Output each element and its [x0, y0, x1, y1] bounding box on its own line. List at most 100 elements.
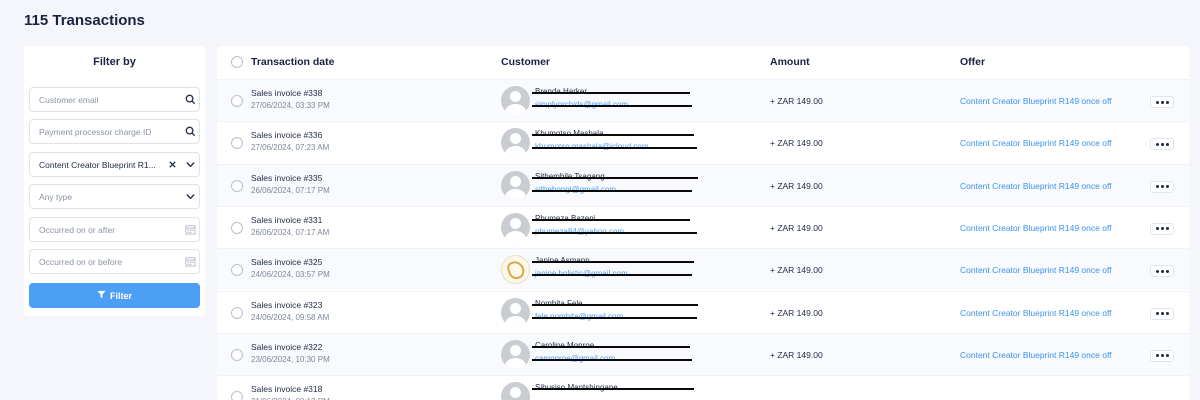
offer-link[interactable]: Content Creator Blueprint R149 once off: [960, 265, 1112, 275]
chevron-down-icon[interactable]: [181, 153, 199, 176]
type-placeholder: Any type: [39, 191, 73, 202]
dot-icon: [1160, 312, 1164, 315]
redaction-bar: [532, 274, 692, 277]
avatar: [501, 212, 530, 242]
invoice-title[interactable]: Sales invoice #335: [251, 173, 322, 183]
avatar: [501, 128, 530, 158]
more-actions-button[interactable]: [1150, 96, 1174, 108]
clear-icon[interactable]: [163, 153, 181, 176]
invoice-title[interactable]: Sales invoice #322: [251, 342, 322, 352]
brand-logo-mark: [505, 258, 527, 282]
column-header-amount[interactable]: Amount: [770, 56, 810, 68]
avatar: [501, 170, 530, 200]
invoice-title[interactable]: Sales invoice #336: [251, 130, 322, 140]
dot-icon: [1165, 312, 1169, 315]
funnel-icon: [97, 290, 106, 301]
row-checkbox[interactable]: [231, 264, 243, 277]
search-icon[interactable]: [181, 88, 199, 111]
redaction-bar: [532, 176, 698, 179]
table-row[interactable]: Sales invoice #33827/06/2024, 03:33 PMBr…: [217, 79, 1189, 121]
dot-icon: [1155, 354, 1159, 358]
offer-link[interactable]: Content Creator Blueprint R149 once off: [960, 308, 1112, 318]
avatar: [501, 255, 530, 285]
dot-icon: [1160, 185, 1164, 189]
avatar: [501, 339, 530, 369]
occurred-after-placeholder: Occurred on or after: [39, 224, 116, 235]
dot-icon: [1165, 354, 1169, 358]
dot-icon: [1160, 354, 1164, 358]
row-checkbox[interactable]: [231, 391, 243, 400]
dot-icon: [1155, 269, 1159, 273]
more-actions-button[interactable]: [1150, 222, 1174, 235]
calendar-icon[interactable]: [181, 250, 199, 273]
redaction-bar: [532, 316, 697, 319]
column-header-offer[interactable]: Offer: [960, 56, 985, 68]
row-checkbox[interactable]: [231, 137, 243, 150]
page-title: 115 Transactions: [24, 12, 145, 29]
amount: + ZAR 149.00: [770, 307, 823, 318]
more-actions-button[interactable]: [1150, 138, 1174, 151]
avatar-head: [510, 133, 521, 145]
row-checkbox[interactable]: [231, 348, 243, 361]
table-row[interactable]: Sales invoice #31821/06/2024, 08:12 PMSi…: [217, 375, 1189, 400]
redaction-bar: [532, 218, 690, 221]
column-header-customer[interactable]: Customer: [501, 56, 550, 68]
amount: + ZAR 149.00: [770, 222, 823, 233]
row-checkbox[interactable]: [231, 179, 243, 192]
invoice-title[interactable]: Sales invoice #323: [251, 300, 322, 310]
avatar: [501, 86, 530, 115]
occurred-after-field[interactable]: Occurred on or after: [29, 217, 200, 242]
table-row[interactable]: Sales invoice #32524/06/2024, 03:57 PMJa…: [217, 248, 1189, 291]
invoice-date: 24/06/2024, 03:57 PM: [251, 270, 330, 280]
charge-id-field[interactable]: Payment processor charge ID: [29, 119, 200, 144]
offer-select[interactable]: Content Creator Blueprint R1...: [29, 152, 200, 177]
invoice-date: 27/06/2024, 03:33 PM: [251, 101, 330, 110]
redaction-bar: [532, 105, 692, 107]
offer-link[interactable]: Content Creator Blueprint R149 once off: [960, 138, 1112, 148]
offer-link[interactable]: Content Creator Blueprint R149 once off: [960, 181, 1112, 191]
redaction-bar: [532, 358, 692, 361]
amount: + ZAR 149.00: [770, 96, 823, 106]
type-select[interactable]: Any type: [29, 184, 200, 209]
row-checkbox[interactable]: [231, 95, 243, 107]
column-header-date[interactable]: Transaction date: [251, 56, 334, 68]
avatar-body: [505, 188, 526, 200]
table-row[interactable]: Sales invoice #32324/06/2024, 09:58 AMNo…: [217, 290, 1189, 333]
offer-link[interactable]: Content Creator Blueprint R149 once off: [960, 96, 1112, 106]
search-icon[interactable]: [181, 120, 199, 143]
invoice-title[interactable]: Sales invoice #338: [251, 88, 322, 98]
redaction-bar: [532, 345, 690, 348]
invoice-title[interactable]: Sales invoice #331: [251, 215, 322, 225]
redaction-bar: [532, 147, 697, 150]
more-actions-button[interactable]: [1150, 180, 1174, 193]
offer-selected-value: Content Creator Blueprint R1...: [39, 159, 156, 170]
more-actions-button[interactable]: [1150, 265, 1174, 278]
occurred-before-field[interactable]: Occurred on or before: [29, 249, 200, 274]
table-row[interactable]: Sales invoice #33526/06/2024, 07:17 PMSi…: [217, 163, 1189, 206]
dot-icon: [1165, 185, 1169, 189]
select-all-checkbox[interactable]: [231, 56, 243, 68]
offer-link[interactable]: Content Creator Blueprint R149 once off: [960, 223, 1112, 233]
invoice-title[interactable]: Sales invoice #325: [251, 257, 322, 267]
avatar: [501, 297, 530, 327]
table-row[interactable]: Sales invoice #33627/06/2024, 07:23 AMKh…: [217, 121, 1189, 164]
more-actions-button[interactable]: [1150, 307, 1174, 320]
calendar-icon[interactable]: [181, 218, 199, 241]
filter-panel: Filter by Customer email Payment process…: [24, 46, 205, 316]
dot-icon: [1160, 227, 1164, 231]
filter-button[interactable]: Filter: [29, 283, 200, 308]
chevron-down-icon[interactable]: [181, 185, 199, 208]
customer-email-placeholder: Customer email: [39, 94, 99, 105]
dot-icon: [1160, 269, 1164, 273]
table-row[interactable]: Sales invoice #33126/06/2024, 07:17 AMPh…: [217, 205, 1189, 248]
more-actions-button[interactable]: [1150, 349, 1174, 362]
row-checkbox[interactable]: [231, 221, 243, 234]
invoice-title[interactable]: Sales invoice #318: [251, 384, 322, 394]
amount: + ZAR 149.00: [770, 265, 823, 276]
filter-button-label: Filter: [109, 290, 132, 301]
dot-icon: [1155, 142, 1159, 146]
row-checkbox[interactable]: [231, 306, 243, 319]
table-row[interactable]: Sales invoice #32223/06/2024, 10:30 PMCa…: [217, 332, 1189, 375]
offer-link[interactable]: Content Creator Blueprint R149 once off: [960, 350, 1112, 360]
customer-email-field[interactable]: Customer email: [29, 87, 200, 112]
